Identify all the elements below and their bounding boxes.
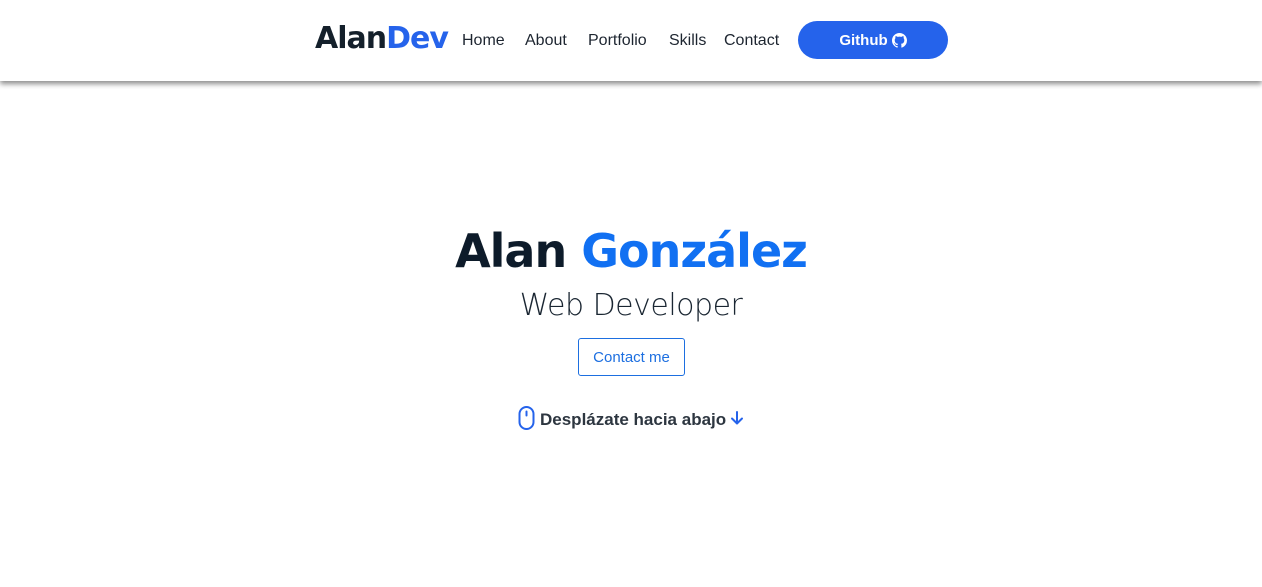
site-header: AlanDev Home About Portfolio Skills Cont… xyxy=(0,0,1262,81)
nav-link-portfolio[interactable]: Portfolio xyxy=(588,30,647,52)
nav-link-skills[interactable]: Skills xyxy=(669,30,706,52)
nav-link-contact[interactable]: Contact xyxy=(724,30,779,52)
hero-role: Web Developer xyxy=(519,288,743,323)
hero-first-name: Alan xyxy=(455,224,567,278)
scroll-down-link[interactable]: Desplázate hacia abajo xyxy=(517,405,744,436)
scroll-hint-label: Desplázate hacia abajo xyxy=(540,410,727,429)
logo-part-2: Dev xyxy=(386,21,449,56)
github-button[interactable]: Github xyxy=(798,21,948,59)
contact-me-button[interactable]: Contact me xyxy=(578,338,685,376)
logo-part-1: Alan xyxy=(315,21,387,56)
nav-link-home[interactable]: Home xyxy=(462,30,505,52)
hero-name: Alan González xyxy=(0,222,1262,280)
hero-last-name: González xyxy=(581,224,808,278)
github-icon xyxy=(891,32,907,48)
site-logo[interactable]: AlanDev xyxy=(315,19,449,59)
nav-link-about[interactable]: About xyxy=(525,30,567,52)
arrow-down-icon xyxy=(730,410,744,431)
mouse-icon xyxy=(517,405,536,436)
github-button-label: Github xyxy=(839,31,888,49)
